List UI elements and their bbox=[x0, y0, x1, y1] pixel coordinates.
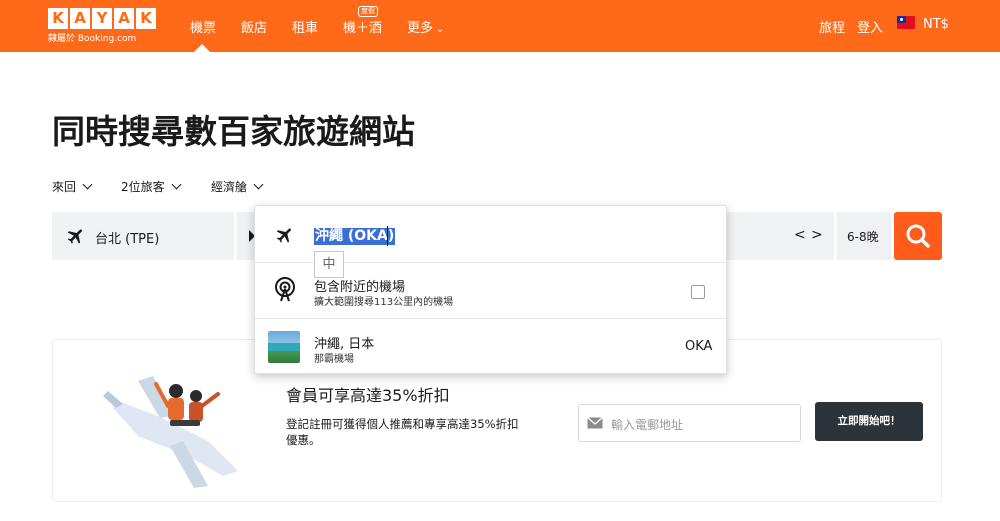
logo-letter: Y bbox=[92, 8, 112, 29]
chevron-down-icon bbox=[82, 179, 93, 190]
login-link[interactable]: 登入 bbox=[857, 17, 883, 36]
nav-item-more[interactable]: 更多 ⌄ bbox=[407, 17, 444, 36]
nav-item-more-label: 更多 bbox=[407, 21, 434, 36]
divider bbox=[255, 318, 726, 319]
ime-mode-indicator: 中 bbox=[314, 251, 344, 278]
nights-field[interactable]: 6-8晚 bbox=[837, 212, 891, 260]
mail-icon bbox=[587, 417, 603, 429]
chevron-down-icon bbox=[253, 179, 264, 190]
nav-item-flights[interactable]: 機票 bbox=[190, 17, 216, 36]
nearby-airport-icon bbox=[275, 277, 295, 302]
thumbnail-sea bbox=[268, 343, 300, 351]
nav-item-flight-hotel[interactable]: 機＋酒 bbox=[343, 17, 382, 36]
nights-value: 6-8晚 bbox=[847, 230, 879, 244]
logo-letter: K bbox=[48, 8, 68, 29]
logo-tiles: K A Y A K bbox=[48, 8, 156, 29]
airplane-travelers-illustration bbox=[103, 376, 238, 488]
plane-icon bbox=[276, 228, 291, 243]
cabin-class-selector[interactable]: 經濟艙 bbox=[211, 178, 264, 195]
search-icon bbox=[906, 224, 930, 248]
flag-sun bbox=[900, 18, 903, 21]
destination-query: 沖繩 (OKA) bbox=[314, 228, 396, 245]
trips-link[interactable]: 旅程 bbox=[819, 17, 845, 36]
promo-title: 會員可享高達35%折扣 bbox=[286, 386, 450, 405]
page-title: 同時搜尋數百家旅遊網站 bbox=[52, 112, 415, 151]
signup-button[interactable]: 立即開始吧！ bbox=[815, 402, 923, 441]
nav-item-hotels[interactable]: 飯店 bbox=[241, 17, 267, 36]
trip-type-selector[interactable]: 來回 bbox=[52, 178, 93, 195]
date-prev-button[interactable]: < bbox=[794, 227, 806, 243]
logo-letter: A bbox=[114, 8, 134, 29]
result-airport-name: 那霸機場 bbox=[314, 354, 354, 365]
email-placeholder: 輸入電郵地址 bbox=[611, 418, 684, 432]
text-caret bbox=[387, 226, 388, 246]
chevron-down-icon: ⌄ bbox=[436, 24, 445, 35]
search-button[interactable] bbox=[894, 212, 942, 260]
nav-item-cars[interactable]: 租車 bbox=[292, 17, 318, 36]
origin-field[interactable]: 台北 (TPE) bbox=[52, 212, 234, 260]
nearby-airports-subtitle: 擴大範圍搜尋113公里內的機場 bbox=[314, 297, 454, 308]
email-input[interactable]: 輸入電郵地址 bbox=[578, 404, 801, 442]
plane-icon bbox=[67, 229, 82, 244]
cabin-class-label: 經濟艙 bbox=[211, 180, 248, 194]
travelers-selector[interactable]: 2位旅客 bbox=[121, 178, 182, 195]
logo-letter: K bbox=[136, 8, 156, 29]
result-airport-code: OKA bbox=[685, 339, 713, 354]
logo-subtitle: 隸屬於 Booking.com bbox=[48, 34, 137, 44]
promo-description: 登記註冊可獲得個人推薦和專享高達35%折扣優惠。 bbox=[286, 417, 519, 447]
active-tab-indicator bbox=[194, 44, 210, 52]
currency-selector[interactable]: NT$ bbox=[923, 17, 949, 32]
chevron-down-icon bbox=[171, 179, 182, 190]
top-navigation-bar: K A Y A K 隸屬於 Booking.com 機票 飯店 租車 度假 機＋… bbox=[0, 0, 1000, 52]
destination-field[interactable] bbox=[237, 212, 255, 260]
nearby-airports-checkbox[interactable] bbox=[691, 285, 705, 299]
travelers-label: 2位旅客 bbox=[121, 180, 165, 194]
destination-dropdown: 沖繩 (OKA) 包含附近的機場 擴大範圍搜尋113公里內的機場 沖繩, 日本 … bbox=[254, 205, 727, 374]
trip-type-label: 來回 bbox=[52, 180, 77, 194]
destination-thumbnail bbox=[268, 331, 300, 363]
vacation-badge: 度假 bbox=[358, 6, 378, 17]
origin-value: 台北 (TPE) bbox=[95, 232, 160, 247]
taiwan-flag-icon[interactable] bbox=[897, 16, 915, 29]
logo-letter: A bbox=[70, 8, 90, 29]
kayak-logo[interactable]: K A Y A K 隸屬於 Booking.com bbox=[48, 8, 156, 44]
date-next-button[interactable]: > bbox=[811, 227, 823, 243]
date-field[interactable]: < > bbox=[726, 212, 834, 260]
